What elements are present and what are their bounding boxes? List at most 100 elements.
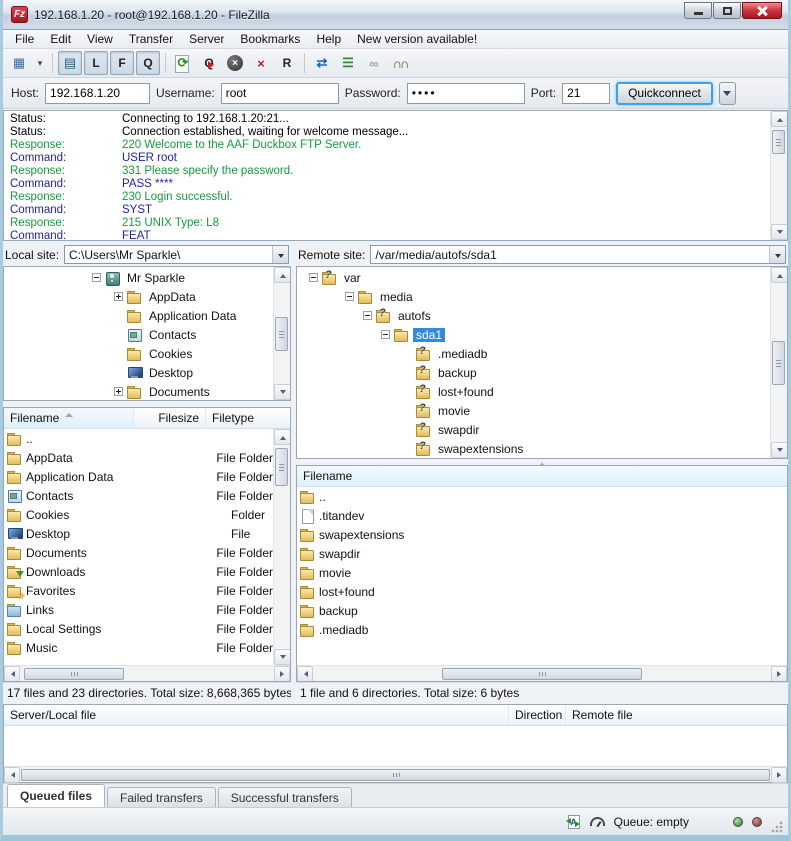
reconnect-button[interactable]: R	[275, 51, 299, 75]
local-list-hscrollbar[interactable]	[4, 665, 290, 681]
scroll-down-button[interactable]	[771, 442, 788, 458]
port-input[interactable]	[562, 83, 610, 104]
file-row[interactable]: ..	[4, 429, 273, 448]
file-row[interactable]: AppDataFile Folder	[4, 448, 273, 467]
transfer-type-icon[interactable]	[564, 814, 581, 829]
menu-file[interactable]: File	[7, 30, 42, 48]
scroll-right-button[interactable]	[771, 767, 787, 783]
tree-item-var[interactable]: var	[297, 268, 770, 287]
file-row[interactable]: CookiesFolder	[4, 505, 273, 524]
scroll-down-button[interactable]	[274, 384, 291, 400]
file-row[interactable]: FavoritesFile Folder	[4, 581, 273, 600]
tree-item-desktop[interactable]: Desktop	[4, 363, 273, 382]
disconnect-button[interactable]: ×	[249, 51, 273, 75]
menu-bookmarks[interactable]: Bookmarks	[232, 30, 308, 48]
refresh-button[interactable]: ⟳	[171, 51, 195, 75]
collapse-icon[interactable]	[345, 292, 354, 301]
cancel-button[interactable]: ×	[223, 51, 247, 75]
quickconnect-button[interactable]: Quickconnect	[616, 82, 713, 105]
file-row[interactable]: ..	[297, 487, 787, 506]
menu-view[interactable]: View	[79, 30, 121, 48]
site-manager-dropdown-button[interactable]: ▾	[33, 51, 47, 75]
tree-item-contacts[interactable]: Contacts	[4, 325, 273, 344]
host-input[interactable]	[45, 83, 150, 104]
password-input[interactable]	[407, 83, 525, 104]
tree-item-backup[interactable]: backup	[297, 363, 770, 382]
scroll-right-button[interactable]	[771, 666, 787, 682]
compare-directories-button[interactable]: ⇄	[310, 51, 334, 75]
tree-item-mr-sparkle[interactable]: Mr Sparkle	[4, 268, 273, 287]
toggle-queue-button[interactable]: Q	[136, 51, 160, 75]
log-scrollbar[interactable]	[770, 111, 787, 240]
find-files-button[interactable]: ∩∩	[388, 51, 412, 75]
file-row[interactable]: Local SettingsFile Folder	[4, 619, 273, 638]
column-header-remote-file[interactable]: Remote file	[566, 705, 787, 725]
tree-item-lost-found[interactable]: lost+found	[297, 382, 770, 401]
scrollbar-thumb[interactable]	[772, 341, 785, 385]
collapse-icon[interactable]	[381, 330, 390, 339]
file-row[interactable]: Application DataFile Folder	[4, 467, 273, 486]
username-input[interactable]	[221, 83, 339, 104]
column-header-filetype[interactable]: Filetype	[206, 408, 290, 428]
file-row[interactable]: swapdir	[297, 544, 787, 563]
title-bar[interactable]: Fz 192.168.1.20 - root@192.168.1.20 - Fi…	[3, 0, 788, 30]
scrollbar-thumb[interactable]	[772, 130, 785, 154]
tree-item-movie[interactable]: movie	[297, 401, 770, 420]
file-row[interactable]: lost+found	[297, 582, 787, 601]
scroll-left-button[interactable]	[297, 666, 313, 682]
remote-site-combo[interactable]: /var/media/autofs/sda1	[370, 245, 786, 264]
file-row[interactable]: swapextensions	[297, 525, 787, 544]
local-list-scrollbar[interactable]	[273, 429, 290, 665]
synchronized-browsing-button[interactable]: ☰	[336, 51, 360, 75]
scrollbar-thumb[interactable]	[442, 668, 642, 680]
file-row[interactable]: .mediadb	[297, 620, 787, 639]
column-header-filename[interactable]: Filename	[297, 466, 787, 486]
tree-item-swapdir[interactable]: swapdir	[297, 420, 770, 439]
menu-transfer[interactable]: Transfer	[121, 30, 181, 48]
process-queue-button[interactable]: Q	[197, 51, 221, 75]
column-header-filename[interactable]: Filename	[4, 408, 134, 428]
scrollbar-thumb[interactable]	[21, 769, 770, 781]
tree-item-documents[interactable]: Documents	[4, 382, 273, 400]
menu-edit[interactable]: Edit	[42, 30, 79, 48]
tree-item-swapextensions[interactable]: swapextensions	[297, 439, 770, 458]
scroll-down-button[interactable]	[274, 649, 291, 665]
scroll-up-button[interactable]	[771, 267, 788, 283]
speed-limits-button[interactable]: ∞	[362, 51, 386, 75]
menu-server[interactable]: Server	[181, 30, 232, 48]
toggle-local-tree-button[interactable]: L	[84, 51, 108, 75]
column-header-direction[interactable]: Direction	[509, 705, 566, 725]
scroll-up-button[interactable]	[771, 111, 788, 127]
collapse-icon[interactable]	[363, 311, 372, 320]
expand-icon[interactable]	[114, 292, 123, 301]
scroll-up-button[interactable]	[274, 267, 291, 283]
toggle-remote-tree-button[interactable]: F	[110, 51, 134, 75]
queue-hscrollbar[interactable]	[4, 766, 787, 782]
tree-item-mediadb[interactable]: .mediadb	[297, 344, 770, 363]
speed-limits-gauge-icon[interactable]	[590, 817, 605, 826]
tree-item-autofs[interactable]: autofs	[297, 306, 770, 325]
column-header-server-local-file[interactable]: Server/Local file	[4, 705, 509, 725]
scroll-up-button[interactable]	[274, 429, 291, 445]
file-row[interactable]: DocumentsFile Folder	[4, 543, 273, 562]
site-manager-button[interactable]: ▦	[7, 51, 31, 75]
file-row[interactable]: LinksFile Folder	[4, 600, 273, 619]
scroll-left-button[interactable]	[4, 666, 20, 682]
tree-item-cookies[interactable]: Cookies	[4, 344, 273, 363]
expand-icon[interactable]	[114, 387, 123, 396]
local-site-dropdown-button[interactable]	[272, 246, 288, 263]
file-row[interactable]: backup	[297, 601, 787, 620]
tab-successful-transfers[interactable]: Successful transfers	[218, 787, 352, 807]
toggle-message-log-button[interactable]: ▤	[58, 51, 82, 75]
tab-failed-transfers[interactable]: Failed transfers	[107, 787, 216, 807]
scrollbar-thumb[interactable]	[275, 448, 288, 486]
remote-tree-scrollbar[interactable]	[770, 267, 787, 458]
file-row[interactable]: movie	[297, 563, 787, 582]
menu-new-version[interactable]: New version available!	[349, 30, 485, 48]
scroll-down-button[interactable]	[771, 224, 788, 240]
file-row[interactable]: DownloadsFile Folder	[4, 562, 273, 581]
remote-site-dropdown-button[interactable]	[769, 246, 785, 263]
queue-body[interactable]	[4, 726, 787, 766]
collapse-icon[interactable]	[92, 273, 101, 282]
minimize-button[interactable]	[684, 2, 712, 19]
